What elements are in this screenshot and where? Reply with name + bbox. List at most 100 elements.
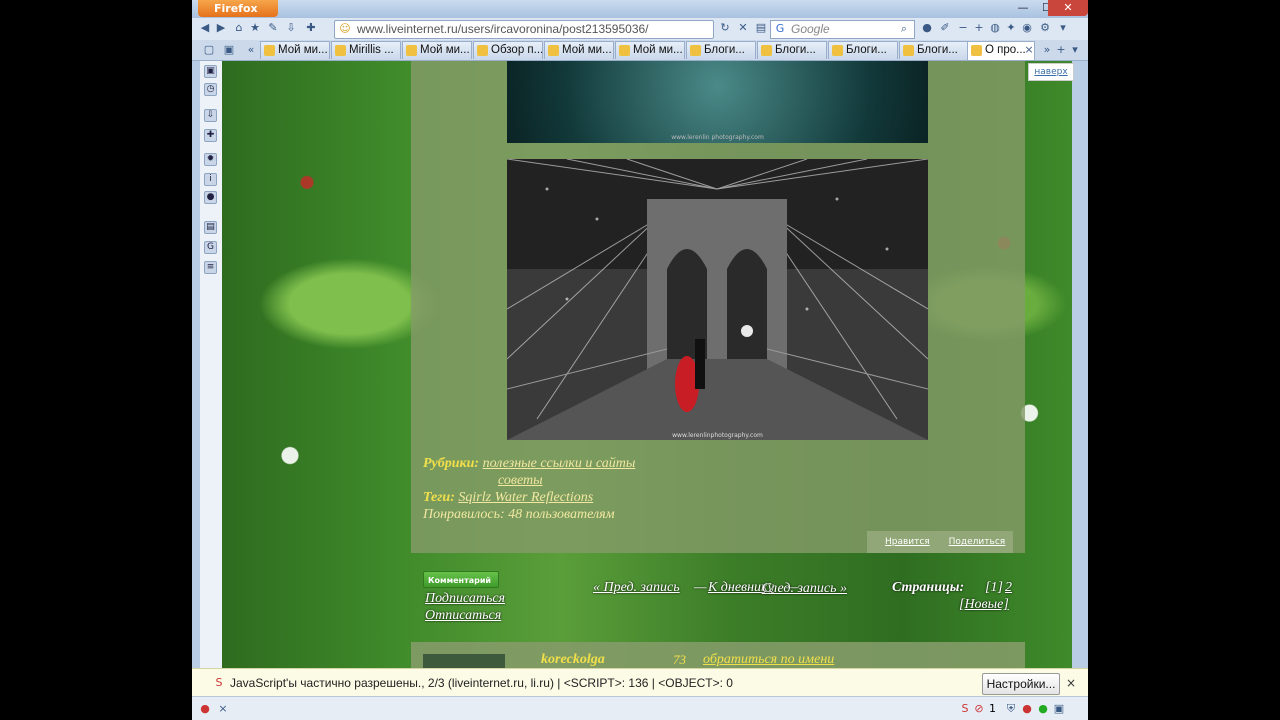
next-post-link[interactable]: След. запись »: [687, 580, 847, 597]
gear-side-icon[interactable]: ✹: [204, 153, 217, 166]
block-status-icon[interactable]: ⊘: [972, 702, 986, 716]
tab-favicon-icon: [406, 45, 417, 56]
title-bar: Firefox — ☐ ✕: [192, 0, 1088, 18]
red-status-icon[interactable]: ●: [1020, 702, 1034, 716]
address-bar[interactable]: ☺ www.liveinternet.ru/users/ircavoronina…: [334, 20, 714, 39]
tag-link[interactable]: Sqirlz Water Reflections: [458, 490, 593, 505]
page-icon[interactable]: ▤: [204, 221, 217, 234]
bridge-watermark: www.lerenlinphotography.com: [672, 432, 763, 439]
user-rating: 73: [673, 652, 686, 667]
tab-5[interactable]: Мой ми...: [615, 41, 685, 59]
status-menu-icon[interactable]: ▣: [1052, 702, 1066, 716]
google-side-icon[interactable]: G: [204, 241, 217, 254]
rubrics-row: Рубрики: полезные ссылки и сайты: [423, 455, 635, 472]
search-icon[interactable]: ⌕: [897, 22, 911, 36]
address-by-name-link[interactable]: обратиться по имени: [703, 652, 834, 668]
addons-side-icon[interactable]: ✚: [204, 129, 217, 142]
post-meta: Рубрики: полезные ссылки и сайты советы …: [423, 455, 635, 523]
tab-label: Блоги...: [846, 44, 887, 56]
tab-label: О про...: [985, 44, 1026, 56]
tags-row: Теги: Sqirlz Water Reflections: [423, 489, 635, 506]
scroll-tabs-right-icon[interactable]: »: [1040, 43, 1054, 57]
tab-4[interactable]: Мой ми...: [544, 41, 614, 59]
back-to-top-link[interactable]: наверх: [1028, 63, 1074, 81]
menu-icon[interactable]: ▾: [1056, 21, 1070, 35]
green-status-icon[interactable]: ●: [1036, 702, 1050, 716]
tab-6[interactable]: Блоги...: [686, 41, 756, 59]
navigation-toolbar: ◀ ▶ ⌂ ★ ✎ ⇩ ✚ ☺ www.liveinternet.ru/user…: [192, 18, 1088, 41]
addon-status-icon[interactable]: ●: [198, 702, 212, 716]
palette-icon[interactable]: ●: [204, 191, 217, 204]
tab-favicon-icon: [335, 45, 346, 56]
minimize-button[interactable]: —: [1010, 0, 1036, 16]
addon-button-icon[interactable]: ●: [920, 21, 934, 35]
zoom-out-icon[interactable]: −: [956, 21, 970, 35]
rubric-link-1[interactable]: полезные ссылки и сайты: [483, 456, 636, 471]
download-side-icon[interactable]: ⇩: [204, 109, 217, 122]
close-window-button[interactable]: ✕: [1048, 0, 1088, 16]
current-page: [1]: [985, 580, 1003, 595]
new-tab-icon[interactable]: +: [1054, 43, 1068, 57]
close-notification-icon[interactable]: ×: [1066, 676, 1076, 690]
notes-icon[interactable]: ≡: [204, 261, 217, 274]
unsubscribe-link[interactable]: Отписаться: [425, 608, 501, 624]
firefox-menu-button[interactable]: Firefox: [198, 0, 278, 17]
globe-icon[interactable]: ◍: [988, 21, 1002, 35]
subscribe-link[interactable]: Подписаться: [425, 591, 505, 607]
image-watermark: www.lerenlin photography.com: [671, 134, 764, 141]
like-button[interactable]: Нравится: [885, 537, 930, 547]
comment-button[interactable]: Комментарий: [423, 571, 499, 588]
prev-post-link[interactable]: « Пред. запись: [593, 580, 680, 596]
tab-1[interactable]: Mirillis ...: [331, 41, 401, 59]
new-posts-link[interactable]: [Новые]: [959, 597, 1009, 613]
post-navigation: Комментарий Подписаться Отписаться « Пре…: [411, 566, 1025, 646]
settings-icon[interactable]: ⚙: [1038, 21, 1052, 35]
tab-2[interactable]: Мой ми...: [402, 41, 472, 59]
green-addon-icon[interactable]: ◉: [1020, 21, 1034, 35]
history-icon[interactable]: ◷: [204, 83, 217, 96]
puzzle-icon[interactable]: ✦: [1004, 21, 1018, 35]
tab-favicon-icon: [903, 45, 914, 56]
browser-window: Firefox — ☐ ✕ ◀ ▶ ⌂ ★ ✎ ⇩ ✚ ☺ www.livein…: [192, 0, 1088, 720]
back-icon[interactable]: ◀: [198, 21, 212, 35]
download-icon[interactable]: ⇩: [284, 21, 298, 35]
home-icon[interactable]: ⌂: [232, 21, 246, 35]
tab-favicon-icon: [264, 45, 275, 56]
tab-groups-icon[interactable]: ▢: [202, 43, 216, 57]
tab-label: Блоги...: [775, 44, 816, 56]
close-tab-icon[interactable]: ×: [1022, 43, 1036, 57]
zoom-in-icon[interactable]: +: [972, 21, 986, 35]
tab-list-icon[interactable]: ▾: [1068, 43, 1082, 57]
tools-icon[interactable]: ✎: [266, 21, 280, 35]
noscript-icon: S: [215, 676, 223, 689]
tab-0[interactable]: Мой ми...: [260, 41, 330, 59]
url-text: www.liveinternet.ru/users/ircavoronina/p…: [357, 22, 649, 36]
water-drops-image: www.lerenlin photography.com: [507, 61, 928, 143]
comment-username[interactable]: koreckolga: [541, 652, 605, 668]
tab-8[interactable]: Блоги...: [828, 41, 898, 59]
stop-icon[interactable]: ✕: [736, 21, 750, 35]
pinned-tab-icon[interactable]: ▣: [222, 43, 236, 57]
rubrics-label: Рубрики:: [423, 456, 480, 471]
share-button[interactable]: Поделиться: [949, 537, 1006, 547]
rubric-link-2[interactable]: советы: [498, 473, 543, 488]
tab-3[interactable]: Обзор п...: [473, 41, 543, 59]
likes-count: Понравилось: 48 пользователям: [423, 507, 615, 522]
tab-9[interactable]: Блоги...: [899, 41, 969, 59]
addon-icon[interactable]: ✚: [304, 21, 318, 35]
close-status-icon[interactable]: ×: [216, 702, 230, 716]
page-2-link[interactable]: 2: [1005, 580, 1012, 596]
tab-7[interactable]: Блоги...: [757, 41, 827, 59]
info-icon[interactable]: i: [204, 173, 217, 186]
scroll-tabs-left-icon[interactable]: «: [244, 43, 258, 57]
reload-icon[interactable]: ↻: [718, 21, 732, 35]
settings-button[interactable]: Настройки...: [982, 673, 1060, 695]
rss-icon[interactable]: ▤: [754, 21, 768, 35]
pencil-icon[interactable]: ✐: [938, 21, 952, 35]
bookmark-icon[interactable]: ★: [248, 21, 262, 35]
search-input[interactable]: G Google ⌕: [770, 20, 915, 39]
noscript-status-icon[interactable]: S: [958, 702, 972, 716]
shield-icon[interactable]: ⛨: [1004, 702, 1018, 716]
screenshot-icon[interactable]: ▣: [204, 65, 217, 78]
forward-icon[interactable]: ▶: [214, 21, 228, 35]
